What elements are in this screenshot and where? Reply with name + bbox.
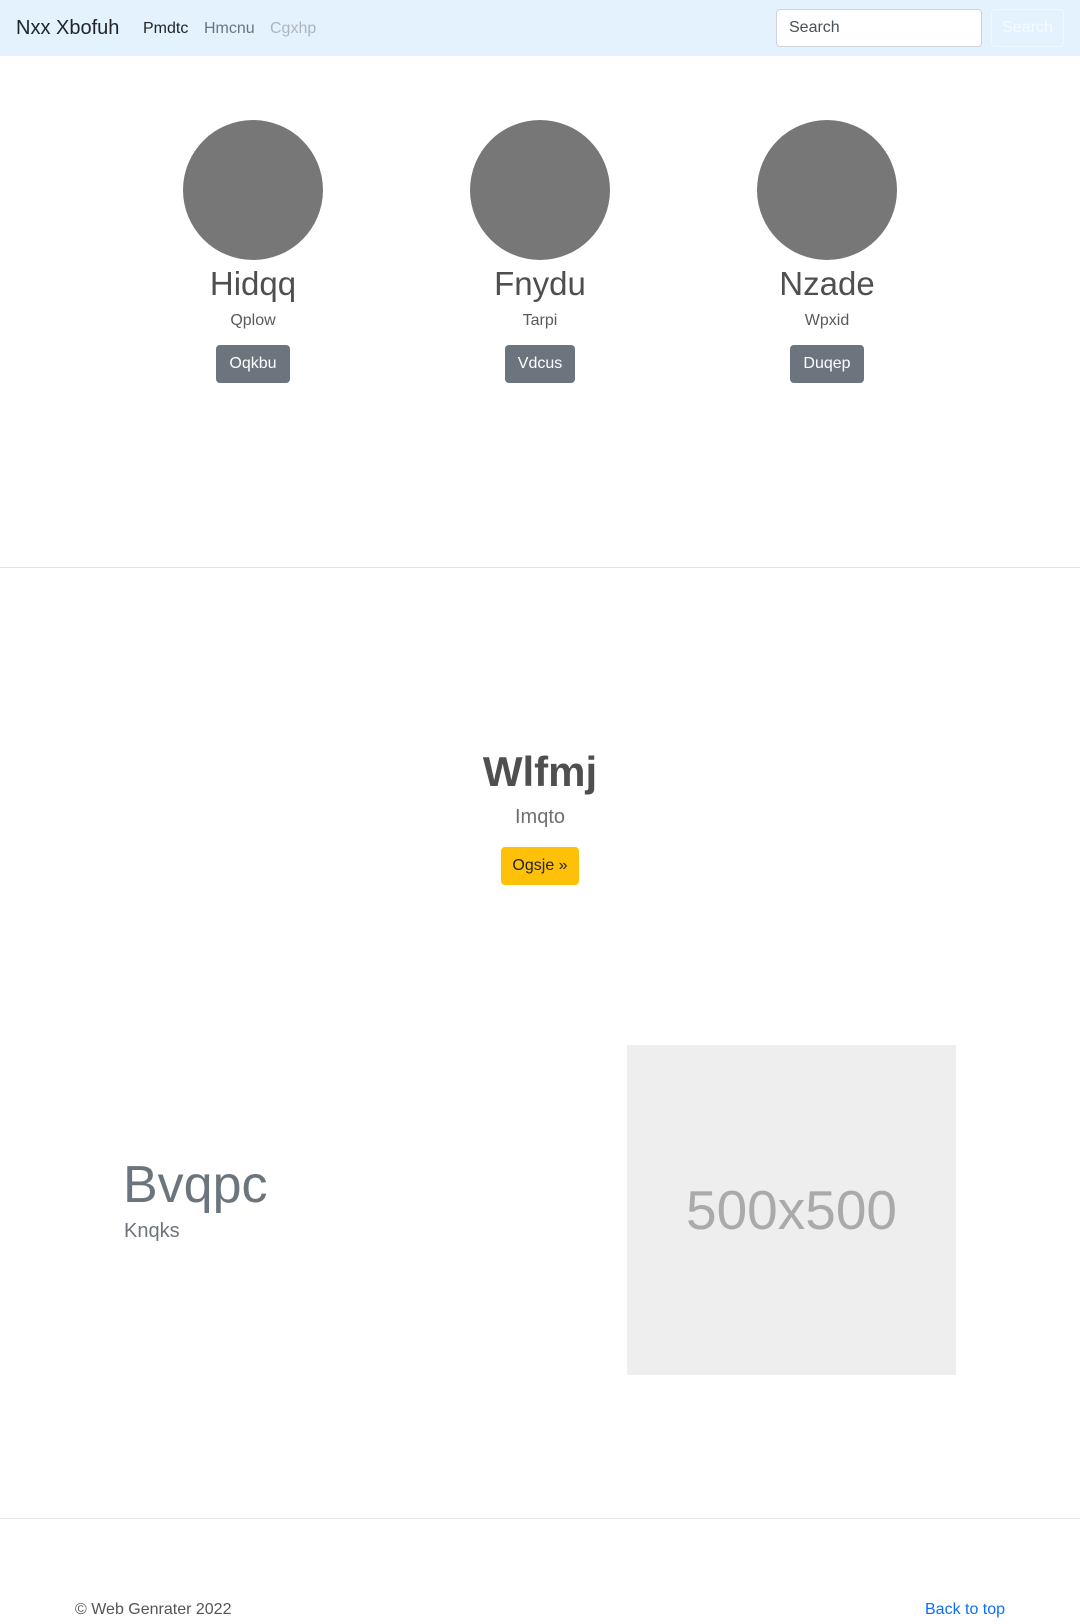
person-action-button[interactable]: Oqkbu: [216, 345, 290, 383]
feature-subtitle: Imqto: [514, 806, 566, 828]
back-to-top-link[interactable]: Back to top: [925, 1601, 1005, 1619]
feature-action-button[interactable]: Ogsje »: [501, 847, 579, 885]
nav-link-cgxhp-disabled: Cgxhp: [270, 20, 317, 37]
footer-divider: [0, 1518, 1080, 1519]
top-navbar: Nxx Xbofuh Pmdtc Hmcnu Cgxhp Search: [0, 0, 1080, 56]
search-input[interactable]: [776, 9, 982, 47]
person-name: Hidqq: [209, 265, 297, 302]
person-action-button[interactable]: Duqep: [790, 345, 864, 383]
person-role: Tarpi: [522, 312, 558, 329]
placeholder-image-label: 500x500: [685, 1179, 898, 1241]
placeholder-image: 500x500: [627, 1045, 956, 1375]
brand-link[interactable]: Nxx Xbofuh: [16, 17, 119, 40]
person-card-fnydu: Fnydu Tarpi Vdcus: [410, 120, 670, 383]
search-button[interactable]: Search: [991, 9, 1064, 47]
person-card-nzade: Nzade Wpxid Duqep: [697, 120, 957, 383]
section-divider: [0, 567, 1080, 568]
copyright-text: © Web Genrater 2022: [75, 1601, 232, 1618]
person-action-button[interactable]: Vdcus: [504, 345, 576, 383]
feature-title: Wlfmj: [482, 748, 598, 795]
person-name: Fnydu: [494, 265, 586, 302]
person-role: Qplow: [230, 312, 276, 329]
showcase-subtitle: Knqks: [124, 1220, 180, 1242]
avatar: [757, 120, 897, 260]
person-name: Nzade: [779, 265, 875, 302]
nav-link-hmcnu[interactable]: Hmcnu: [204, 20, 255, 38]
person-role: Wpxid: [804, 312, 850, 329]
showcase-title: Bvqpc: [123, 1156, 268, 1214]
avatar: [470, 120, 610, 260]
person-card-hidqq: Hidqq Qplow Oqkbu: [123, 120, 383, 383]
nav-link-pmdtc[interactable]: Pmdtc: [143, 20, 188, 38]
avatar: [183, 120, 323, 260]
